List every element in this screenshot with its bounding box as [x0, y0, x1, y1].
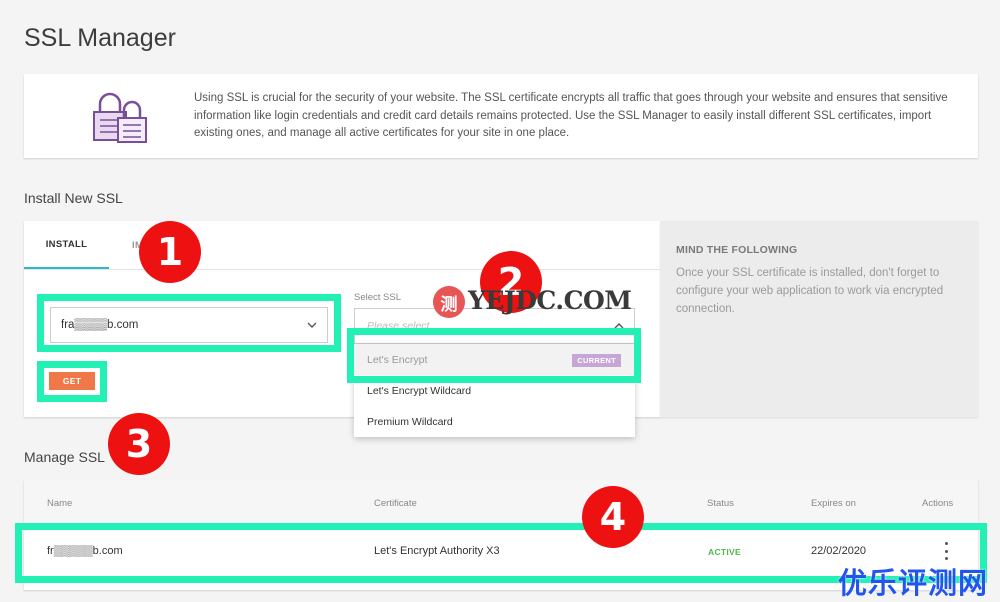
column-header-expires: Expires on [811, 498, 856, 509]
table-header: Name Certificate Status Expires on Actio… [24, 480, 978, 524]
intro-text: Using SSL is crucial for the security of… [194, 92, 948, 139]
watermark-text: YEJDC.COM [468, 286, 632, 315]
padlocks-icon [93, 92, 147, 143]
column-header-name: Name [47, 498, 73, 509]
highlight-box-domain [37, 294, 341, 352]
ssl-option-label: Let's Encrypt Wildcard [367, 384, 472, 397]
highlight-box-ssl-option [347, 328, 641, 383]
intro-card: Using SSL is crucial for the security of… [24, 74, 978, 158]
ssl-option-premium-wildcard[interactable]: Premium Wildcard [354, 406, 635, 437]
page-title: SSL Manager [24, 24, 176, 52]
install-section-label: Install New SSL [24, 190, 123, 206]
column-header-actions: Actions [922, 498, 954, 509]
mind-text: Once your SSL certificate is installed, … [676, 267, 944, 315]
step-number-3: 3 [108, 413, 170, 475]
tab-install[interactable]: INSTALL [24, 221, 109, 269]
mind-title: MIND THE FOLLOWING [676, 244, 798, 256]
ssl-option-label: Premium Wildcard [367, 415, 453, 428]
mind-the-following-panel: MIND THE FOLLOWING Once your SSL certifi… [660, 221, 978, 417]
tabs-divider [24, 269, 660, 270]
watermark-logo: 测 [433, 286, 465, 318]
highlight-box-get [37, 361, 107, 402]
select-ssl-label: Select SSL [354, 292, 401, 303]
manage-section-label: Manage SSL [24, 449, 105, 465]
column-header-certificate: Certificate [374, 498, 417, 509]
column-header-status: Status [707, 498, 734, 509]
watermark-corner-text: 优乐评测网 [838, 566, 989, 600]
step-number-4: 4 [582, 486, 644, 548]
step-number-1: 1 [139, 221, 201, 283]
